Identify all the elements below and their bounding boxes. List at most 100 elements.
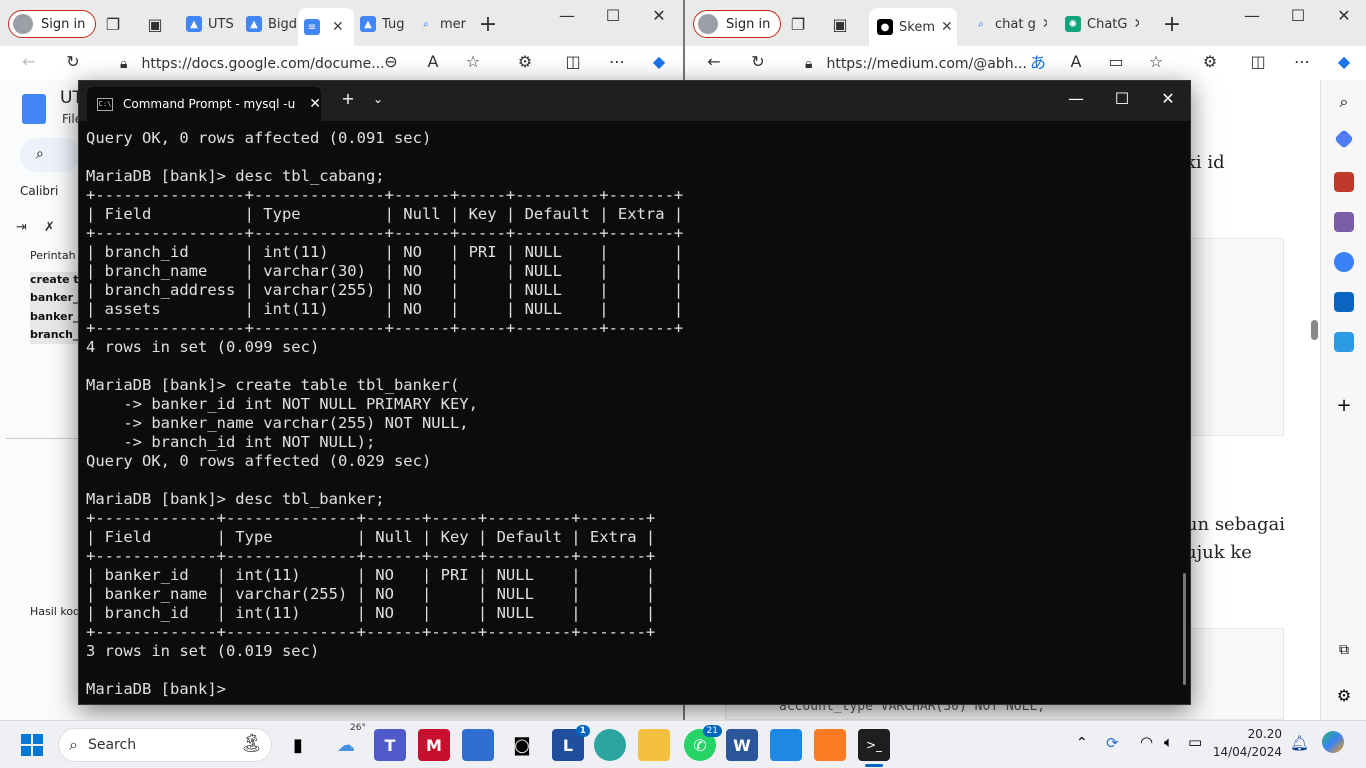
new-tab-button[interactable]: + — [473, 9, 503, 39]
terminal-taskbar-icon[interactable]: >_ — [858, 729, 890, 761]
tab-tug[interactable]: ▲ Tug — [360, 8, 410, 40]
terminal-tab[interactable]: C:\ Command Prompt - mysql -u ✕ — [87, 87, 321, 121]
shopping-icon[interactable] — [1334, 129, 1354, 149]
outlook-icon[interactable] — [1334, 292, 1354, 312]
favorite-icon[interactable]: ☆ — [458, 46, 488, 76]
copilot-pre-icon[interactable] — [1322, 731, 1344, 753]
paint-icon[interactable] — [770, 729, 802, 761]
search-icon: ⌕ — [36, 146, 44, 162]
edge-sidebar: ⌕ + ⧉ ⚙ — [1320, 80, 1366, 720]
capture-icon[interactable]: ⧉ — [1334, 642, 1354, 662]
close-tab-icon[interactable]: ✕ — [1133, 16, 1139, 32]
right-signin-button[interactable]: Sign in — [693, 10, 782, 38]
taskbar-search[interactable]: ⌕ Search 🏝︎ — [58, 728, 272, 762]
chevron-down-icon[interactable]: ⌄ — [363, 92, 393, 106]
close-button[interactable]: ✕ — [1153, 89, 1183, 108]
xampp-icon[interactable] — [814, 729, 846, 761]
maximize-button[interactable]: ☐ — [1107, 89, 1137, 108]
new-tab-button[interactable]: + — [333, 89, 363, 108]
clock-date[interactable]: 14/04/2024 — [1208, 745, 1282, 759]
maximize-button[interactable]: ☐ — [1283, 6, 1313, 25]
avatar-icon — [698, 14, 718, 34]
close-tab-icon[interactable]: ✕ — [309, 96, 321, 112]
indent-icon[interactable]: ⇥ — [16, 220, 27, 235]
chevron-up-icon[interactable]: ⌃ — [1076, 735, 1088, 751]
workspaces-icon[interactable]: ❐ — [783, 9, 813, 39]
left-signin-button[interactable]: Sign in — [8, 10, 97, 38]
terminal-window[interactable]: C:\ Command Prompt - mysql -u ✕ + ⌄ — ☐ … — [78, 80, 1191, 705]
browser-icon[interactable] — [594, 729, 626, 761]
telegram-icon[interactable] — [1334, 332, 1354, 352]
favorite-icon[interactable]: ☆ — [1141, 46, 1171, 76]
whatsapp-icon[interactable]: ✆ 21 — [684, 725, 722, 761]
clear-format-icon[interactable]: ✗ — [44, 220, 55, 235]
clock-time[interactable]: 20.20 — [1222, 727, 1282, 741]
extensions-icon[interactable]: ⚙ — [510, 46, 540, 76]
font-selector[interactable]: Calibri — [20, 184, 58, 198]
camera-icon[interactable]: ◙ — [506, 729, 538, 761]
start-button[interactable] — [16, 729, 48, 761]
terminal-scrollbar[interactable] — [1183, 573, 1186, 685]
read-aloud-icon[interactable]: A — [418, 46, 448, 76]
office-icon[interactable] — [1334, 252, 1354, 272]
close-button[interactable]: ✕ — [644, 6, 674, 25]
close-tab-icon[interactable]: ✕ — [941, 19, 953, 35]
right-url-field[interactable]: 🔒︎ https://medium.com/@abh... — [793, 50, 1053, 78]
tab-actions-icon[interactable]: ▣ — [140, 9, 170, 39]
back-icon[interactable]: ← — [699, 46, 729, 76]
split-screen-icon[interactable]: ◫ — [1243, 46, 1273, 76]
minimize-button[interactable]: — — [552, 6, 582, 25]
tab-bigd[interactable]: ▲ Bigd — [246, 8, 298, 40]
refresh-icon[interactable]: ↻ — [743, 46, 773, 76]
translate-icon[interactable]: あ — [1023, 46, 1053, 76]
tab-actions-icon[interactable]: ▣ — [825, 9, 855, 39]
tab-docs-active[interactable]: ≡ ✕ — [298, 8, 354, 46]
tools-icon[interactable] — [1334, 172, 1354, 192]
new-tab-button[interactable]: + — [1157, 9, 1187, 39]
read-aloud-icon[interactable]: A — [1061, 46, 1091, 76]
split-screen-icon[interactable]: ◫ — [558, 46, 588, 76]
tab-mer[interactable]: ⌕ mer — [418, 8, 466, 40]
task-view-icon[interactable]: ▮ — [282, 729, 314, 761]
teams-icon[interactable]: T — [374, 729, 406, 761]
avatar-icon — [13, 14, 33, 34]
tab-uts[interactable]: ▲ UTS — [186, 8, 238, 40]
refresh-icon[interactable]: ↻ — [58, 46, 88, 76]
volume-icon[interactable]: 🔈︎ — [1164, 733, 1173, 751]
page-scrollbar[interactable] — [1311, 320, 1318, 340]
more-icon[interactable]: ⋯ — [1287, 46, 1317, 76]
copilot-icon[interactable]: ◆ — [644, 46, 674, 76]
folder-icon[interactable] — [638, 729, 670, 761]
close-tab-icon[interactable]: ✕ — [332, 19, 344, 35]
games-icon[interactable] — [1334, 212, 1354, 232]
settings-icon[interactable]: ⚙ — [1334, 686, 1354, 706]
tab-medium-active[interactable]: ● Skem ✕ — [869, 8, 957, 46]
battery-icon[interactable]: ▭ — [1188, 733, 1202, 751]
weather-icon[interactable]: ☁ 26° — [330, 723, 366, 761]
tab-chat-search[interactable]: ⌕chat g✕ — [973, 8, 1047, 40]
mcafee-icon[interactable]: M — [418, 729, 450, 761]
close-tab-icon[interactable]: ✕ — [1042, 16, 1047, 32]
minimize-button[interactable]: — — [1061, 89, 1091, 108]
zoom-icon[interactable]: ⊖ — [376, 46, 406, 76]
more-icon[interactable]: ⋯ — [602, 46, 632, 76]
menu-search[interactable]: ⌕ — [20, 138, 80, 172]
search-icon[interactable]: ⌕ — [1334, 92, 1354, 112]
l-app-icon[interactable]: L1 — [552, 725, 590, 761]
notification-bell-icon[interactable]: 🔔︎ — [1290, 734, 1309, 752]
add-icon[interactable]: + — [1334, 395, 1354, 416]
sync-icon[interactable]: ⟳ — [1106, 734, 1119, 752]
tab-chatgpt[interactable]: ✺ChatG✕ — [1065, 8, 1139, 40]
store-icon[interactable] — [462, 729, 494, 761]
word-icon[interactable]: W — [726, 729, 758, 761]
minimize-button[interactable]: — — [1237, 6, 1267, 25]
immersive-reader-icon[interactable]: ▭ — [1101, 46, 1131, 76]
terminal-body[interactable]: Query OK, 0 rows affected (0.091 sec) Ma… — [79, 121, 1190, 704]
extensions-icon[interactable]: ⚙ — [1195, 46, 1225, 76]
workspaces-icon[interactable]: ❐ — [98, 9, 128, 39]
back-icon[interactable]: ← — [14, 46, 44, 76]
copilot-icon[interactable]: ◆ — [1329, 46, 1359, 76]
wifi-icon[interactable]: ◠ — [1140, 733, 1153, 751]
close-button[interactable]: ✕ — [1329, 6, 1359, 25]
maximize-button[interactable]: ☐ — [598, 6, 628, 25]
